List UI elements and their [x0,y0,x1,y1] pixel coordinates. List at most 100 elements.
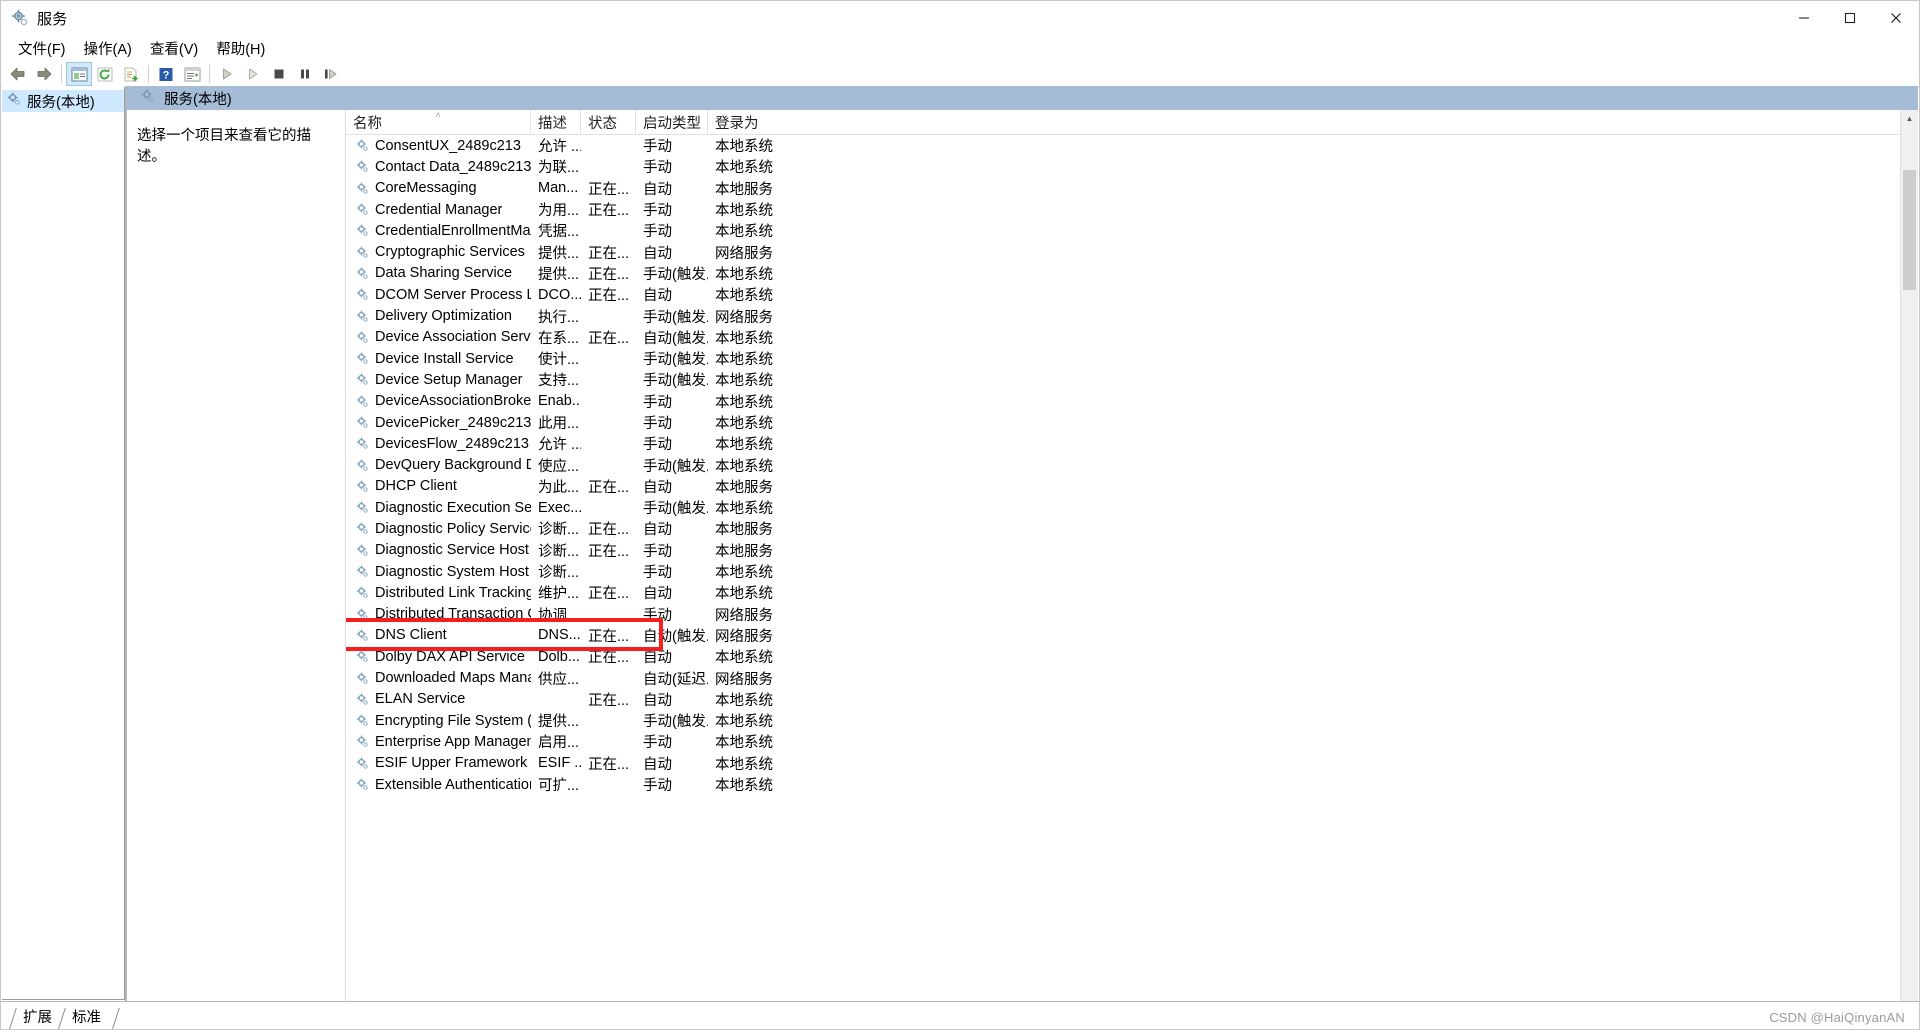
cell-description: 协调... [538,607,580,624]
table-row[interactable]: DCOM Server Process Lau... DCO... 正在... 自动 本… [346,284,1918,305]
table-row[interactable]: Device Install Service 使计... 手动(触发... 本地系统 [346,348,1918,369]
service-gear-icon [355,543,370,558]
table-row[interactable]: Data Sharing Service 提供... 正在... 手动(触发... 本地… [346,263,1918,284]
cell-description: Man... [538,180,579,197]
cell-service-name: Contact Data_2489c213 [346,159,531,175]
show-hide-tree-button[interactable] [66,62,92,86]
table-row[interactable]: Credential Manager 为用... 正在... 手动 本地系统 [346,199,1918,220]
cell-log-on-as: 本地系统 [715,650,773,667]
column-header-description[interactable]: 描述 [531,110,581,134]
table-row[interactable]: ESIF Upper Framework Ser... ESIF ... 正在...… [346,753,1918,774]
table-row[interactable]: Dolby DAX API Service Dolb... 正在... 自动 本地系统 [346,646,1918,667]
cell-description: 诊断... [538,522,580,539]
forward-button[interactable] [31,62,57,86]
list-column-headers: ˄ 名称 描述 状态 启动类型 登录为 [346,110,1918,135]
service-name-label: DevQuery Background Dis... [375,457,531,474]
service-gear-icon [355,713,370,728]
service-name-label: Extensible Authentication ... [375,776,531,793]
table-row[interactable]: Contact Data_2489c213 为联... 手动 本地系统 [346,156,1918,177]
table-row[interactable]: DevicesFlow_2489c213 允许 ... 手动 本地系统 [346,433,1918,454]
table-row[interactable]: DevicePicker_2489c213 此用... 手动 本地系统 [346,412,1918,433]
column-header-status[interactable]: 状态 [581,110,636,134]
table-row[interactable]: Diagnostic Execution Service Exec... 手动(触发… [346,497,1918,518]
cell-log-on-as: 网络服务 [715,309,773,326]
table-row[interactable]: Delivery Optimization 执行... 手动(触发... 网络服务 [346,305,1918,326]
menu-file[interactable]: 文件(F) [9,36,75,61]
cell-log-on-as: 本地系统 [715,139,773,156]
service-name-label: Downloaded Maps Manager [375,670,531,687]
service-gear-icon [355,415,370,430]
column-header-log-on-as[interactable]: 登录为 [708,110,1918,134]
resume-service-button[interactable] [240,62,266,86]
table-row[interactable]: CredentialEnrollmentMana... 凭据... 手动 本地系统 [346,220,1918,241]
table-row[interactable]: DeviceAssociationBroker_2... Enab... 手动 本地系… [346,391,1918,412]
cell-startup-type: 手动 [643,160,672,177]
tab-standard[interactable]: 标准 [58,1008,113,1029]
table-row[interactable]: CoreMessaging Man... 正在... 自动 本地服务 [346,178,1918,199]
menu-action[interactable]: 操作(A) [75,36,141,61]
cell-status: 正在... [588,245,630,262]
pause-service-button[interactable] [292,62,318,86]
table-row[interactable]: Diagnostic Service Host 诊断... 正在... 手动 本地服务 [346,540,1918,561]
table-row[interactable]: Downloaded Maps Manager 供应... 自动(延迟... 网络服务 [346,667,1918,688]
content-wrapper: 选择一个项目来查看它的描述。 ˄ 名称 描述 状态 启动类型 登录为 Conse… [126,110,1918,1028]
cell-log-on-as: 网络服务 [715,628,773,645]
toolbar: ? [1,61,1919,88]
table-row[interactable]: ELAN Service 正在... 自动 本地系统 [346,689,1918,710]
cell-status: 正在... [588,522,630,539]
cell-service-name: Cryptographic Services [346,244,531,260]
restart-service-button[interactable] [318,62,344,86]
cell-log-on-as: 本地系统 [715,735,773,752]
maximize-button[interactable] [1827,1,1873,35]
cell-log-on-as: 本地系统 [715,586,773,603]
scroll-up-arrow-icon[interactable]: ▲ [1901,110,1918,127]
table-row[interactable]: Encrypting File System (EFS) 提供... 手动(触发..… [346,710,1918,731]
table-row[interactable]: Extensible Authentication ... 可扩... 手动 本地系统 [346,774,1918,795]
cell-startup-type: 自动(触发... [643,628,708,645]
table-row[interactable]: DevQuery Background Dis... 使应... 手动(触发... 本… [346,454,1918,475]
column-header-name[interactable]: ˄ 名称 [346,110,531,134]
cell-log-on-as: 本地系统 [715,501,773,518]
tab-extended[interactable]: 扩展 [9,1008,64,1029]
service-name-label: Credential Manager [375,201,503,218]
table-row[interactable]: Diagnostic System Host 诊断... 手动 本地系统 [346,561,1918,582]
service-gear-icon [355,521,370,536]
table-row[interactable]: Device Association Service 在系... 正在... 自动(触… [346,327,1918,348]
table-row[interactable]: Enterprise App Manageme... 启用... 手动 本地系统 [346,731,1918,752]
vertical-scrollbar[interactable]: ▲ ▼ [1900,110,1918,1028]
start-service-button[interactable] [214,62,240,86]
minimize-button[interactable] [1781,1,1827,35]
cell-status: 正在... [588,266,630,283]
cell-service-name: DevicePicker_2489c213 [346,415,531,431]
table-row[interactable]: Diagnostic Policy Service 诊断... 正在... 自动 本地服… [346,518,1918,539]
help-button[interactable]: ? [153,62,179,86]
stop-service-button[interactable] [266,62,292,86]
table-row[interactable]: DHCP Client 为此... 正在... 自动 本地服务 [346,476,1918,497]
window-title: 服务 [37,10,68,28]
menu-view[interactable]: 查看(V) [141,36,207,61]
table-row[interactable]: Distributed Transaction Coo... 协调... 手动 网络服… [346,604,1918,625]
service-name-label: Encrypting File System (EFS) [375,712,531,729]
vertical-scroll-thumb[interactable] [1903,170,1916,290]
column-header-startup-type[interactable]: 启动类型 [636,110,708,134]
refresh-button[interactable] [92,62,118,86]
title-bar: 服务 [1,1,1919,36]
cell-log-on-as: 本地系统 [715,288,773,305]
export-list-button[interactable] [118,62,144,86]
service-gear-icon [355,309,370,324]
services-gear-icon [10,8,30,28]
service-name-label: Device Install Service [375,350,514,367]
table-row[interactable]: Distributed Link Tracking C... 维护... 正在...… [346,582,1918,603]
table-row[interactable]: DNS Client DNS... 正在... 自动(触发... 网络服务 [346,625,1918,646]
show-action-pane-button[interactable] [179,62,205,86]
cell-startup-type: 自动(触发... [643,330,708,347]
back-button[interactable] [5,62,31,86]
table-row[interactable]: Cryptographic Services 提供... 正在... 自动 网络服务 [346,241,1918,262]
cell-status: 正在... [588,543,630,560]
cell-startup-type: 手动 [643,437,672,454]
table-row[interactable]: Device Setup Manager 支持... 手动(触发... 本地系统 [346,369,1918,390]
sidebar-item-services-local[interactable]: 服务(本地) [2,90,124,112]
table-row[interactable]: ConsentUX_2489c213 允许 ... 手动 本地系统 [346,135,1918,156]
close-button[interactable] [1873,1,1919,35]
menu-help[interactable]: 帮助(H) [207,36,274,61]
